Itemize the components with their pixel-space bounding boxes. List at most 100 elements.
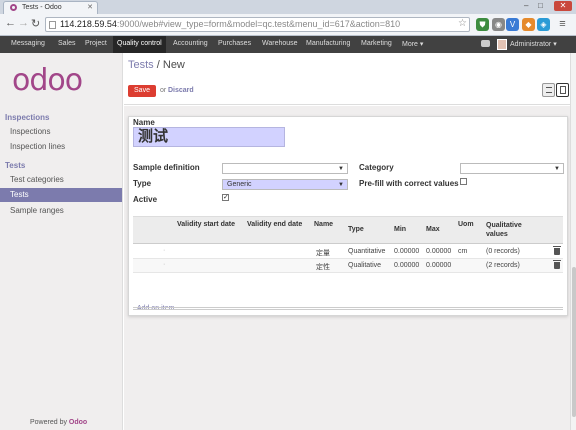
url-host: 114.218.59.54 [60,19,117,29]
active-checkbox[interactable]: ✓ [222,194,229,201]
sidebar-section-tests: Tests [5,161,26,170]
breadcrumb-separator: / [156,59,160,71]
type-value: Generic [227,181,252,188]
menu-more-label: More [402,41,418,48]
discard-link[interactable]: Discard [168,87,194,94]
header-validity-end-date[interactable]: Validity end date [247,221,302,228]
chat-icon[interactable] [481,40,490,47]
browser-menu-icon[interactable]: ≡ [556,18,569,31]
header-min[interactable]: Min [394,226,406,233]
sidebar-item-tests[interactable]: Tests [0,188,122,202]
form-view-button[interactable] [556,83,569,97]
trash-icon[interactable] [553,260,561,269]
powered-by-label: Powered by [30,419,67,426]
sidebar-section-inspections: Inspections [5,113,50,122]
sidebar-item-sample-ranges[interactable]: Sample ranges [0,204,122,218]
avatar[interactable] [497,39,507,50]
header-qualitative-values[interactable]: Qualitative values [486,221,541,239]
menu-quality-control[interactable]: Quality control [113,36,166,53]
header-validity-start-date[interactable]: Validity start date [177,221,235,228]
header-name[interactable]: Name [314,221,333,228]
minimize-icon[interactable]: – [524,1,528,10]
save-button[interactable]: Save [128,85,156,97]
sidebar: odoo Inspections Inspections Inspection … [0,53,123,430]
table-header: Validity start date Validity end date Na… [133,216,563,244]
cell-name: 定量 [316,250,330,257]
cell-max: 0.00000 [426,262,452,269]
page-scrollbar[interactable] [570,53,576,430]
breadcrumb-tests-link[interactable]: Tests [128,59,154,71]
table-row[interactable]: · 定性 Qualitative 0.00000 0.00000 (2 reco… [133,259,563,273]
user-caret-icon: ▾ [553,41,557,48]
menu-messaging[interactable]: Messaging [11,40,45,47]
type-caret-icon: ▼ [338,182,344,188]
type-select[interactable]: Generic ▼ [222,179,348,190]
tab-title: Tests - Odoo [22,4,62,11]
breadcrumb-current: New [162,59,185,71]
scrollbar-thumb[interactable] [572,267,576,417]
form-view-icon [560,86,566,94]
cell-min: 0.00000 [394,262,420,269]
menu-manufacturing[interactable]: Manufacturing [306,40,350,47]
cell-type: Qualitative [348,262,382,269]
menu-warehouse[interactable]: Warehouse [262,40,298,47]
header-uom[interactable]: Uom [458,221,474,228]
caret-down-icon: ▾ [419,41,424,48]
form-background: Name 测试 Sample definition ▼ Type Generic… [124,106,576,430]
tab-close-icon[interactable]: ✕ [87,3,93,11]
list-view-icon [546,87,552,93]
main-menu-bar: Messaging Sales Project Quality control … [0,36,576,53]
browser-tab[interactable]: Tests - Odoo ✕ [3,1,98,14]
browser-tabstrip: Tests - Odoo ✕ – □ ✕ [0,0,576,14]
type-label: Type [133,179,152,188]
sheet-divider [133,307,563,310]
menu-sales[interactable]: Sales [58,40,76,47]
extension-v-icon[interactable]: V [506,18,519,31]
row-handle-icon: · [163,247,166,254]
user-name: Administrator [510,41,552,48]
menu-project[interactable]: Project [85,40,107,47]
window-close-icon[interactable]: ✕ [554,1,572,11]
sample-definition-caret-icon: ▼ [338,166,344,172]
extension-gray-icon[interactable]: ◉ [492,18,505,31]
cell-name: 定性 [316,264,330,271]
reload-icon[interactable]: ↻ [31,17,40,30]
sidebar-item-inspection-lines[interactable]: Inspection lines [0,140,122,154]
odoo-logo[interactable]: odoo [12,63,83,98]
powered-by-brand-link[interactable]: Odoo [69,419,87,426]
prefill-label: Pre-fill with correct values [359,179,459,188]
sidebar-item-test-categories[interactable]: Test categories [0,173,122,187]
header-max[interactable]: Max [426,226,440,233]
odoo-favicon-icon [10,4,17,11]
user-menu[interactable]: Administrator ▾ [510,40,557,48]
maximize-icon[interactable]: □ [538,1,543,10]
category-label: Category [359,163,394,172]
extension-blue-icon[interactable]: ◈ [537,18,550,31]
extension-shield-icon[interactable]: ⛊ [476,18,489,31]
bookmark-star-icon[interactable]: ☆ [458,18,467,29]
menu-accounting[interactable]: Accounting [173,40,208,47]
list-view-button[interactable] [542,83,555,97]
logo-text: odoo [12,63,83,98]
address-bar[interactable]: 114.218.59.54:9000/web#view_type=form&mo… [45,17,470,32]
category-caret-icon: ▼ [554,166,560,172]
prefill-checkbox[interactable] [460,178,467,185]
cell-uom: cm [458,248,468,255]
table-row[interactable]: · 定量 Quantitative 0.00000 0.00000 cm (0 … [133,245,563,259]
cell-qualitative: (2 records) [486,262,520,269]
extension-orange-icon[interactable]: ◆ [522,18,535,31]
trash-icon[interactable] [553,246,561,255]
menu-more[interactable]: More ▾ [402,40,423,48]
sidebar-item-inspections[interactable]: Inspections [0,125,122,139]
back-icon[interactable]: ← [5,17,16,29]
cell-qualitative: (0 records) [486,248,520,255]
name-field[interactable]: 测试 [133,127,285,147]
control-panel: Tests / New Save or Discard [124,53,576,105]
category-select[interactable]: ▼ [460,163,564,174]
cell-max: 0.00000 [426,248,452,255]
sample-definition-select[interactable]: ▼ [222,163,348,174]
menu-marketing[interactable]: Marketing [361,40,392,47]
menu-purchases[interactable]: Purchases [218,40,251,47]
header-type[interactable]: Type [348,226,364,233]
forward-icon[interactable]: → [18,17,29,29]
